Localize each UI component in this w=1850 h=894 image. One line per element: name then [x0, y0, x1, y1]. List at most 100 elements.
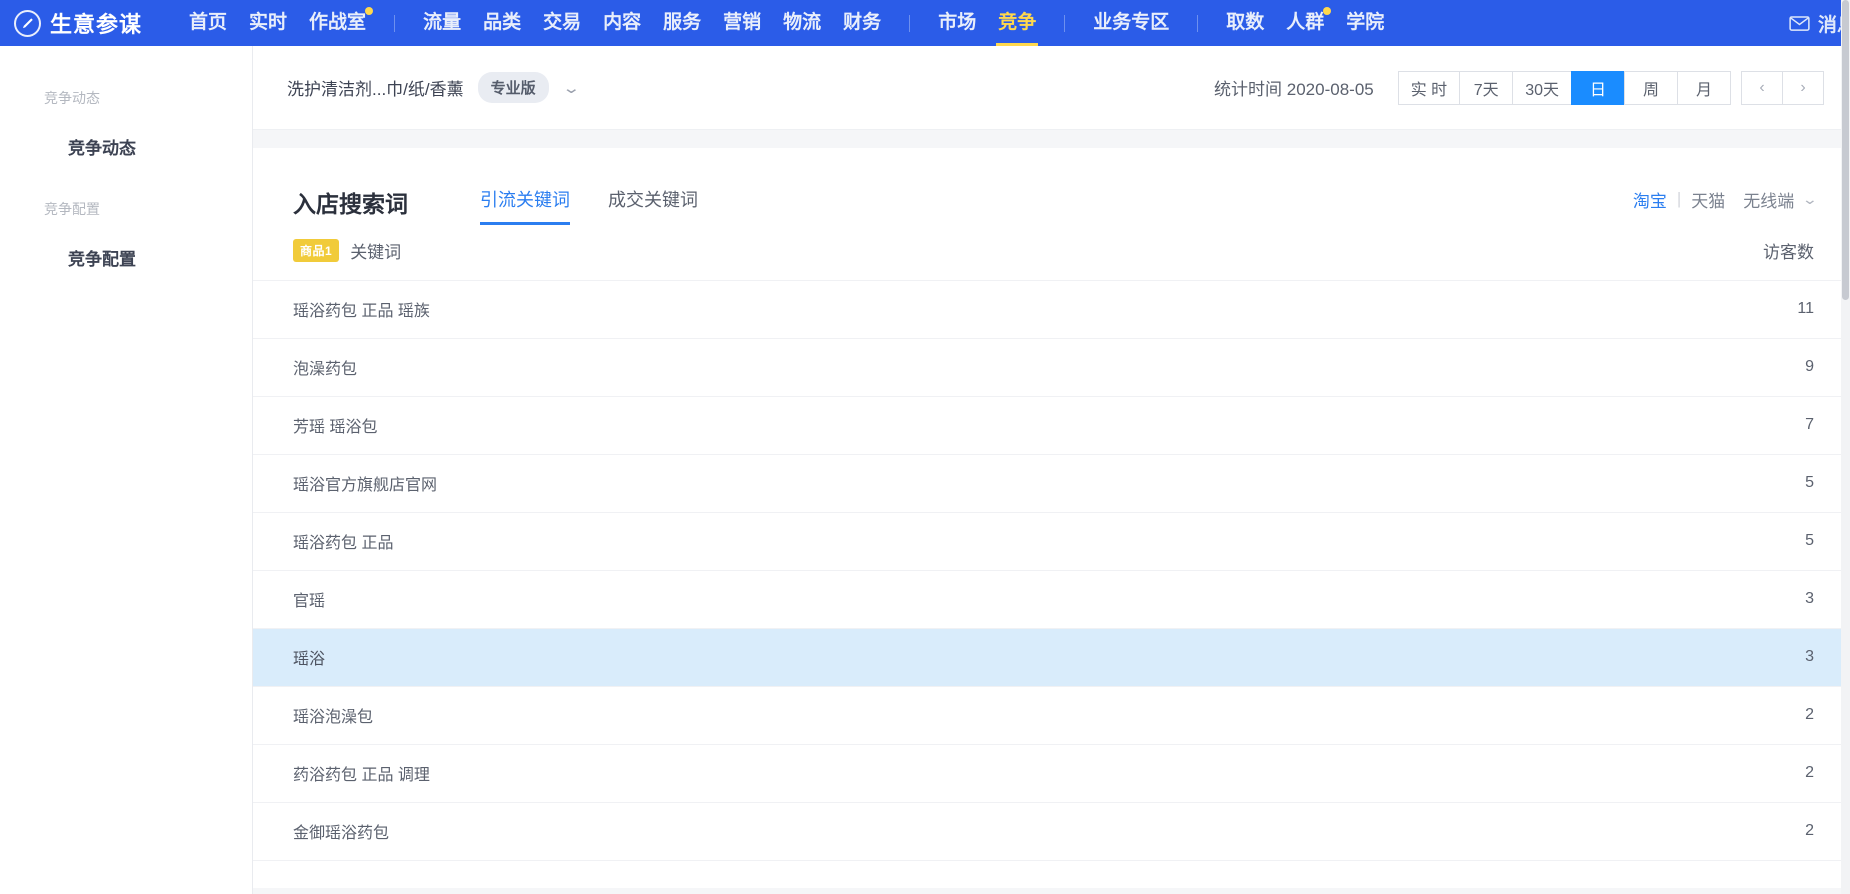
- nav-item-交易[interactable]: 交易: [532, 0, 592, 46]
- nav-item-内容[interactable]: 内容: [592, 0, 652, 46]
- sidebar-group-竞争配置: 竞争配置: [44, 201, 100, 217]
- cell-visitors: 2: [1620, 686, 1850, 745]
- table-row[interactable]: 药浴药包 正品 调理 2: [253, 744, 1850, 803]
- table-row[interactable]: 瑶浴药包 正品 瑶族 11: [253, 280, 1850, 339]
- range-button-实时[interactable]: 实 时: [1397, 70, 1461, 105]
- cell-keyword: 瑶浴: [253, 628, 1620, 687]
- nav-item-label: 业务专区: [1093, 12, 1170, 33]
- nav-item-作战室[interactable]: 作战室: [298, 0, 377, 46]
- nav-item-品类[interactable]: 品类: [472, 0, 532, 46]
- stat-time-label: 统计时间 2020-08-05: [1214, 80, 1374, 99]
- brand-name: 生意参谋: [50, 12, 143, 37]
- cell-visitors: 5: [1620, 454, 1850, 513]
- sidebar-item-竞争动态[interactable]: 竞争动态: [0, 134, 252, 159]
- notification-dot-icon: [1323, 7, 1332, 15]
- keywords-table: 商品1 关键词 访客数 瑶浴药包 正品 瑶族 11 泡澡药包 9 芳瑶 瑶浴包 7 瑶浴官方旗…: [253, 222, 1850, 861]
- cell-visitors: 7: [1620, 396, 1850, 455]
- range-button-日[interactable]: 日: [1571, 70, 1625, 105]
- tab-成交关键词[interactable]: 成交关键词: [608, 186, 698, 225]
- table-row[interactable]: 金御瑶浴药包 2: [253, 802, 1850, 861]
- prev-period-button[interactable]: ‹: [1741, 70, 1783, 105]
- card-header: 入店搜索词 引流关键词 成交关键词 淘宝 | 天猫 无线端 ⌄: [253, 148, 1850, 225]
- table-row[interactable]: 瑶浴药包 正品 5: [253, 512, 1850, 571]
- card-tabs: 引流关键词 成交关键词: [480, 179, 698, 225]
- cell-keyword: 瑶浴泡澡包: [253, 686, 1620, 745]
- chevron-down-icon[interactable]: ⌄: [1802, 191, 1818, 208]
- table-row[interactable]: 泡澡药包 9: [253, 338, 1850, 397]
- nav-item-label: 作战室: [309, 12, 367, 33]
- brand[interactable]: 生意参谋: [14, 7, 142, 39]
- nav-item-物流[interactable]: 物流: [772, 0, 832, 46]
- page-shell: 竞争动态 竞争动态 竞争配置 竞争配置 洗护清洁剂...巾/纸/香薰 专业版 ⌄ 统计…: [0, 46, 1850, 894]
- nav-items: 首页 实时 作战室 流量 品类 交易 内容 服务 营销 物流 财务 市场 竞争 业务专区 取数 人群 学院: [178, 0, 1395, 46]
- sidebar-item-竞争配置[interactable]: 竞争配置: [0, 245, 252, 270]
- card-title: 入店搜索词: [293, 191, 408, 217]
- header-keyword-cell: 商品1 关键词: [253, 222, 1620, 281]
- date-pager: ‹ ›: [1741, 70, 1824, 105]
- nav-item-label: 物流: [783, 12, 822, 33]
- nav-separator: [1064, 14, 1066, 32]
- category-name[interactable]: 洗护清洁剂...巾/纸/香薰: [287, 75, 464, 100]
- keywords-table-body: 瑶浴药包 正品 瑶族 11 泡澡药包 9 芳瑶 瑶浴包 7 瑶浴官方旗舰店官网 5 瑶浴药包 正…: [253, 280, 1850, 861]
- nav-item-label: 流量: [423, 12, 462, 33]
- page-scrollbar[interactable]: [1841, 0, 1850, 894]
- cell-visitors: 5: [1620, 512, 1850, 571]
- cell-visitors: 2: [1620, 802, 1850, 861]
- cell-keyword: 药浴药包 正品 调理: [253, 744, 1620, 803]
- nav-separator: [1197, 14, 1199, 32]
- table-row[interactable]: 瑶浴 3: [253, 628, 1850, 687]
- nav-item-label: 营销: [723, 12, 762, 33]
- main-content: 洗护清洁剂...巾/纸/香薰 专业版 ⌄ 统计时间 2020-08-05 实 时…: [253, 46, 1850, 894]
- envelope-icon[interactable]: [1789, 15, 1810, 31]
- nav-item-label: 财务: [843, 12, 882, 33]
- product-badge: 商品1: [293, 239, 340, 263]
- nav-item-实时[interactable]: 实时: [238, 0, 298, 46]
- cell-keyword: 瑶浴官方旗舰店官网: [253, 454, 1620, 513]
- nav-item-市场[interactable]: 市场: [927, 0, 987, 46]
- nav-item-业务专区[interactable]: 业务专区: [1082, 0, 1180, 46]
- chevron-down-icon[interactable]: ⌄: [561, 79, 580, 97]
- nav-item-竞争[interactable]: 竞争: [987, 0, 1047, 46]
- table-row[interactable]: 瑶浴泡澡包 2: [253, 686, 1850, 745]
- channel-taobao[interactable]: 淘宝: [1633, 187, 1667, 212]
- date-range-segmented-control: 实 时 7天 30天日周月: [1397, 70, 1731, 105]
- card-header-right: 淘宝 | 天猫 无线端 ⌄: [1633, 187, 1819, 218]
- cell-visitors: 11: [1620, 280, 1850, 339]
- nav-item-流量[interactable]: 流量: [412, 0, 472, 46]
- nav-item-营销[interactable]: 营销: [712, 0, 772, 46]
- cell-keyword: 瑶浴药包 正品: [253, 512, 1620, 571]
- nav-item-首页[interactable]: 首页: [178, 0, 238, 46]
- cell-keyword: 芳瑶 瑶浴包: [253, 396, 1620, 455]
- range-button-月[interactable]: 月: [1677, 70, 1731, 105]
- notification-dot-icon: [365, 7, 374, 15]
- nav-item-取数[interactable]: 取数: [1215, 0, 1275, 46]
- table-row[interactable]: 芳瑶 瑶浴包 7: [253, 396, 1850, 455]
- header-visitors-label[interactable]: 访客数: [1620, 222, 1850, 281]
- nav-item-label: 交易: [543, 12, 582, 33]
- range-button-7天[interactable]: 7天: [1459, 70, 1514, 105]
- terminal-selector[interactable]: 无线端: [1743, 187, 1794, 212]
- nav-item-label: 人群: [1286, 12, 1325, 33]
- channel-tmall[interactable]: 天猫: [1691, 187, 1725, 212]
- range-button-周[interactable]: 周: [1624, 70, 1678, 105]
- nav-item-学院[interactable]: 学院: [1335, 0, 1395, 46]
- pro-version-badge: 专业版: [477, 72, 549, 103]
- nav-item-label: 内容: [603, 12, 642, 33]
- table-row[interactable]: 官瑶 3: [253, 570, 1850, 629]
- nav-item-label: 学院: [1346, 12, 1385, 33]
- sidebar: 竞争动态 竞争动态 竞争配置 竞争配置: [0, 46, 253, 894]
- nav-separator: [394, 14, 396, 32]
- search-keywords-card: 入店搜索词 引流关键词成交关键词 淘宝 | 天猫 无线端 ⌄ 商品1 关键词: [253, 148, 1850, 888]
- filter-bar-right: 统计时间 2020-08-05 实 时 7天 30天日周月 ‹ ›: [1214, 70, 1824, 105]
- nav-item-服务[interactable]: 服务: [652, 0, 712, 46]
- pen-circle-icon: [14, 9, 41, 37]
- nav-item-人群[interactable]: 人群: [1275, 0, 1335, 46]
- cell-visitors: 9: [1620, 338, 1850, 397]
- range-button-30天[interactable]: 30天: [1512, 70, 1572, 105]
- page-scrollbar-thumb[interactable]: [1842, 0, 1849, 300]
- table-row[interactable]: 瑶浴官方旗舰店官网 5: [253, 454, 1850, 513]
- tab-引流关键词[interactable]: 引流关键词: [480, 186, 570, 225]
- sidebar-group-竞争动态: 竞争动态: [44, 90, 100, 106]
- nav-item-财务[interactable]: 财务: [832, 0, 892, 46]
- next-period-button[interactable]: ›: [1782, 70, 1824, 105]
